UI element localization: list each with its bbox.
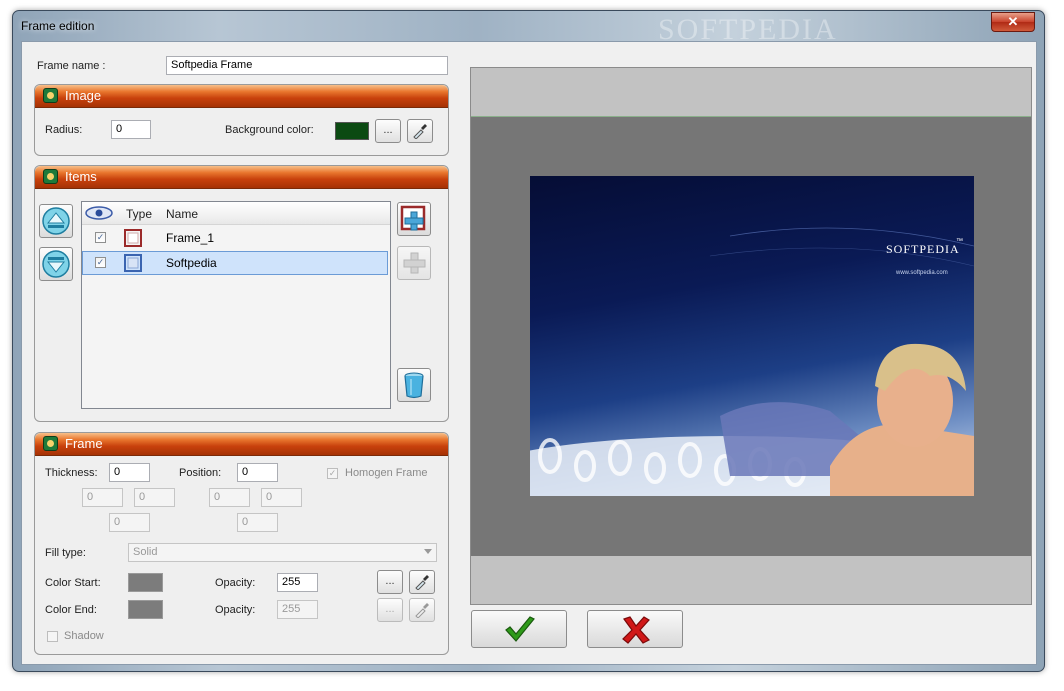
add-frame-icon [400,205,426,231]
ok-button[interactable] [471,610,567,648]
position-left-input[interactable]: 0 [209,488,250,507]
cancel-button[interactable] [587,610,683,648]
add-icon [403,252,426,274]
items-panel: Items Type Name ✓ Frame_1 ✓ Softpedia [34,165,449,422]
frame-name-label: Frame name : [37,60,106,72]
thickness-right-input[interactable]: 0 [134,488,175,507]
color-start-browse-button[interactable]: ... [377,570,403,594]
color-end-picker-button[interactable] [409,598,435,622]
thickness-bottom-input[interactable]: 0 [109,513,150,532]
fill-type-label: Fill type: [45,547,86,559]
thickness-input[interactable]: 0 [109,463,150,482]
image-panel-icon [43,88,58,103]
eyedropper-icon [415,603,429,619]
image-type-icon [124,254,142,272]
position-input[interactable]: 0 [237,463,278,482]
shadow-label: Shadow [64,630,104,642]
wallpaper-brand: SOFTPEDIA [886,242,960,256]
close-button[interactable]: ✕ [991,12,1035,32]
position-label: Position: [179,467,222,479]
visible-checkbox[interactable]: ✓ [95,257,106,268]
homogen-frame-checkbox[interactable]: ✓ [327,468,338,479]
window-title: Frame edition [21,19,95,33]
frame-panel-header: Frame [35,433,448,456]
checkmark-icon [505,616,535,642]
items-panel-icon [43,169,58,184]
opacity-start-input[interactable]: 255 [277,573,318,592]
radius-label: Radius: [45,124,83,136]
color-start-label: Color Start: [45,577,101,589]
eyedropper-icon [415,575,429,591]
frame-preview: SOFTPEDIA ™ www.softpedia.com [470,67,1032,605]
fill-type-select[interactable]: Solid [128,543,437,562]
visible-checkbox[interactable]: ✓ [95,232,106,243]
background-color-browse-button[interactable]: ... [375,119,401,143]
thickness-left-input[interactable]: 0 [82,488,123,507]
shadow-checkbox[interactable] [47,631,58,642]
opacity-end-input[interactable]: 255 [277,600,318,619]
close-icon [622,616,650,644]
thickness-label: Thickness: [45,467,98,479]
frame-name-input[interactable]: Softpedia Frame [166,56,448,75]
items-panel-title: Items [65,169,97,184]
image-panel: Image Radius: 0 Background color: ... [34,84,449,156]
image-panel-title: Image [65,88,102,103]
fill-type-value: Solid [133,546,158,558]
position-right-input[interactable]: 0 [261,488,302,507]
chevron-down-icon [42,250,70,278]
frame-type-icon [124,229,142,247]
items-panel-header: Items [35,166,448,189]
preview-bottom-band [471,556,1031,604]
delete-item-button[interactable] [397,368,431,402]
frame-edition-window: Frame edition SOFTPEDIA ✕ Frame name : S… [12,10,1045,672]
color-end-swatch[interactable] [128,600,163,619]
move-up-button[interactable] [39,204,73,238]
background-color-swatch[interactable] [335,122,369,140]
item-name: Softpedia [166,256,217,270]
frame-panel-icon [43,436,58,451]
homogen-frame-label: Homogen Frame [345,467,428,479]
move-down-button[interactable] [39,247,73,281]
column-header-name[interactable]: Name [166,207,198,221]
items-list-header: Type Name [82,202,390,225]
opacity-start-label: Opacity: [215,577,256,589]
wallpaper-trademark: ™ [956,238,963,245]
preview-image: SOFTPEDIA ™ www.softpedia.com [530,176,974,496]
radius-input[interactable]: 0 [111,120,151,139]
frame-panel: Frame Thickness: 0 0 0 0 Position: 0 0 0… [34,432,449,655]
title-bar[interactable]: Frame edition SOFTPEDIA ✕ [13,11,1044,46]
color-start-swatch[interactable] [128,573,163,592]
wallpaper-art [530,227,974,496]
image-panel-header: Image [35,85,448,108]
column-header-type[interactable]: Type [126,207,152,221]
chevron-down-icon [424,549,432,554]
frame-panel-title: Frame [65,436,103,451]
items-list[interactable]: Type Name ✓ Frame_1 ✓ Softpedia [81,201,391,409]
dialog-body: Frame name : Softpedia Frame Image Radiu… [21,41,1037,665]
eye-icon [85,206,113,220]
wallpaper-url: www.softpedia.com [896,270,948,276]
background-color-label: Background color: [225,124,314,136]
eyedropper-icon [413,124,427,140]
add-image-button[interactable] [397,246,431,280]
opacity-end-label: Opacity: [215,604,256,616]
color-end-browse-button[interactable]: ... [377,598,403,622]
color-end-label: Color End: [45,604,97,616]
trash-icon [404,372,424,399]
preview-top-band [471,68,1031,117]
list-item-selected[interactable]: ✓ Softpedia [82,251,388,275]
add-item-button[interactable] [397,202,431,236]
list-item[interactable]: ✓ Frame_1 [82,226,388,250]
background-color-picker-button[interactable] [407,119,433,143]
color-start-picker-button[interactable] [409,570,435,594]
chevron-up-icon [42,207,70,235]
position-bottom-input[interactable]: 0 [237,513,278,532]
item-name: Frame_1 [166,231,215,245]
